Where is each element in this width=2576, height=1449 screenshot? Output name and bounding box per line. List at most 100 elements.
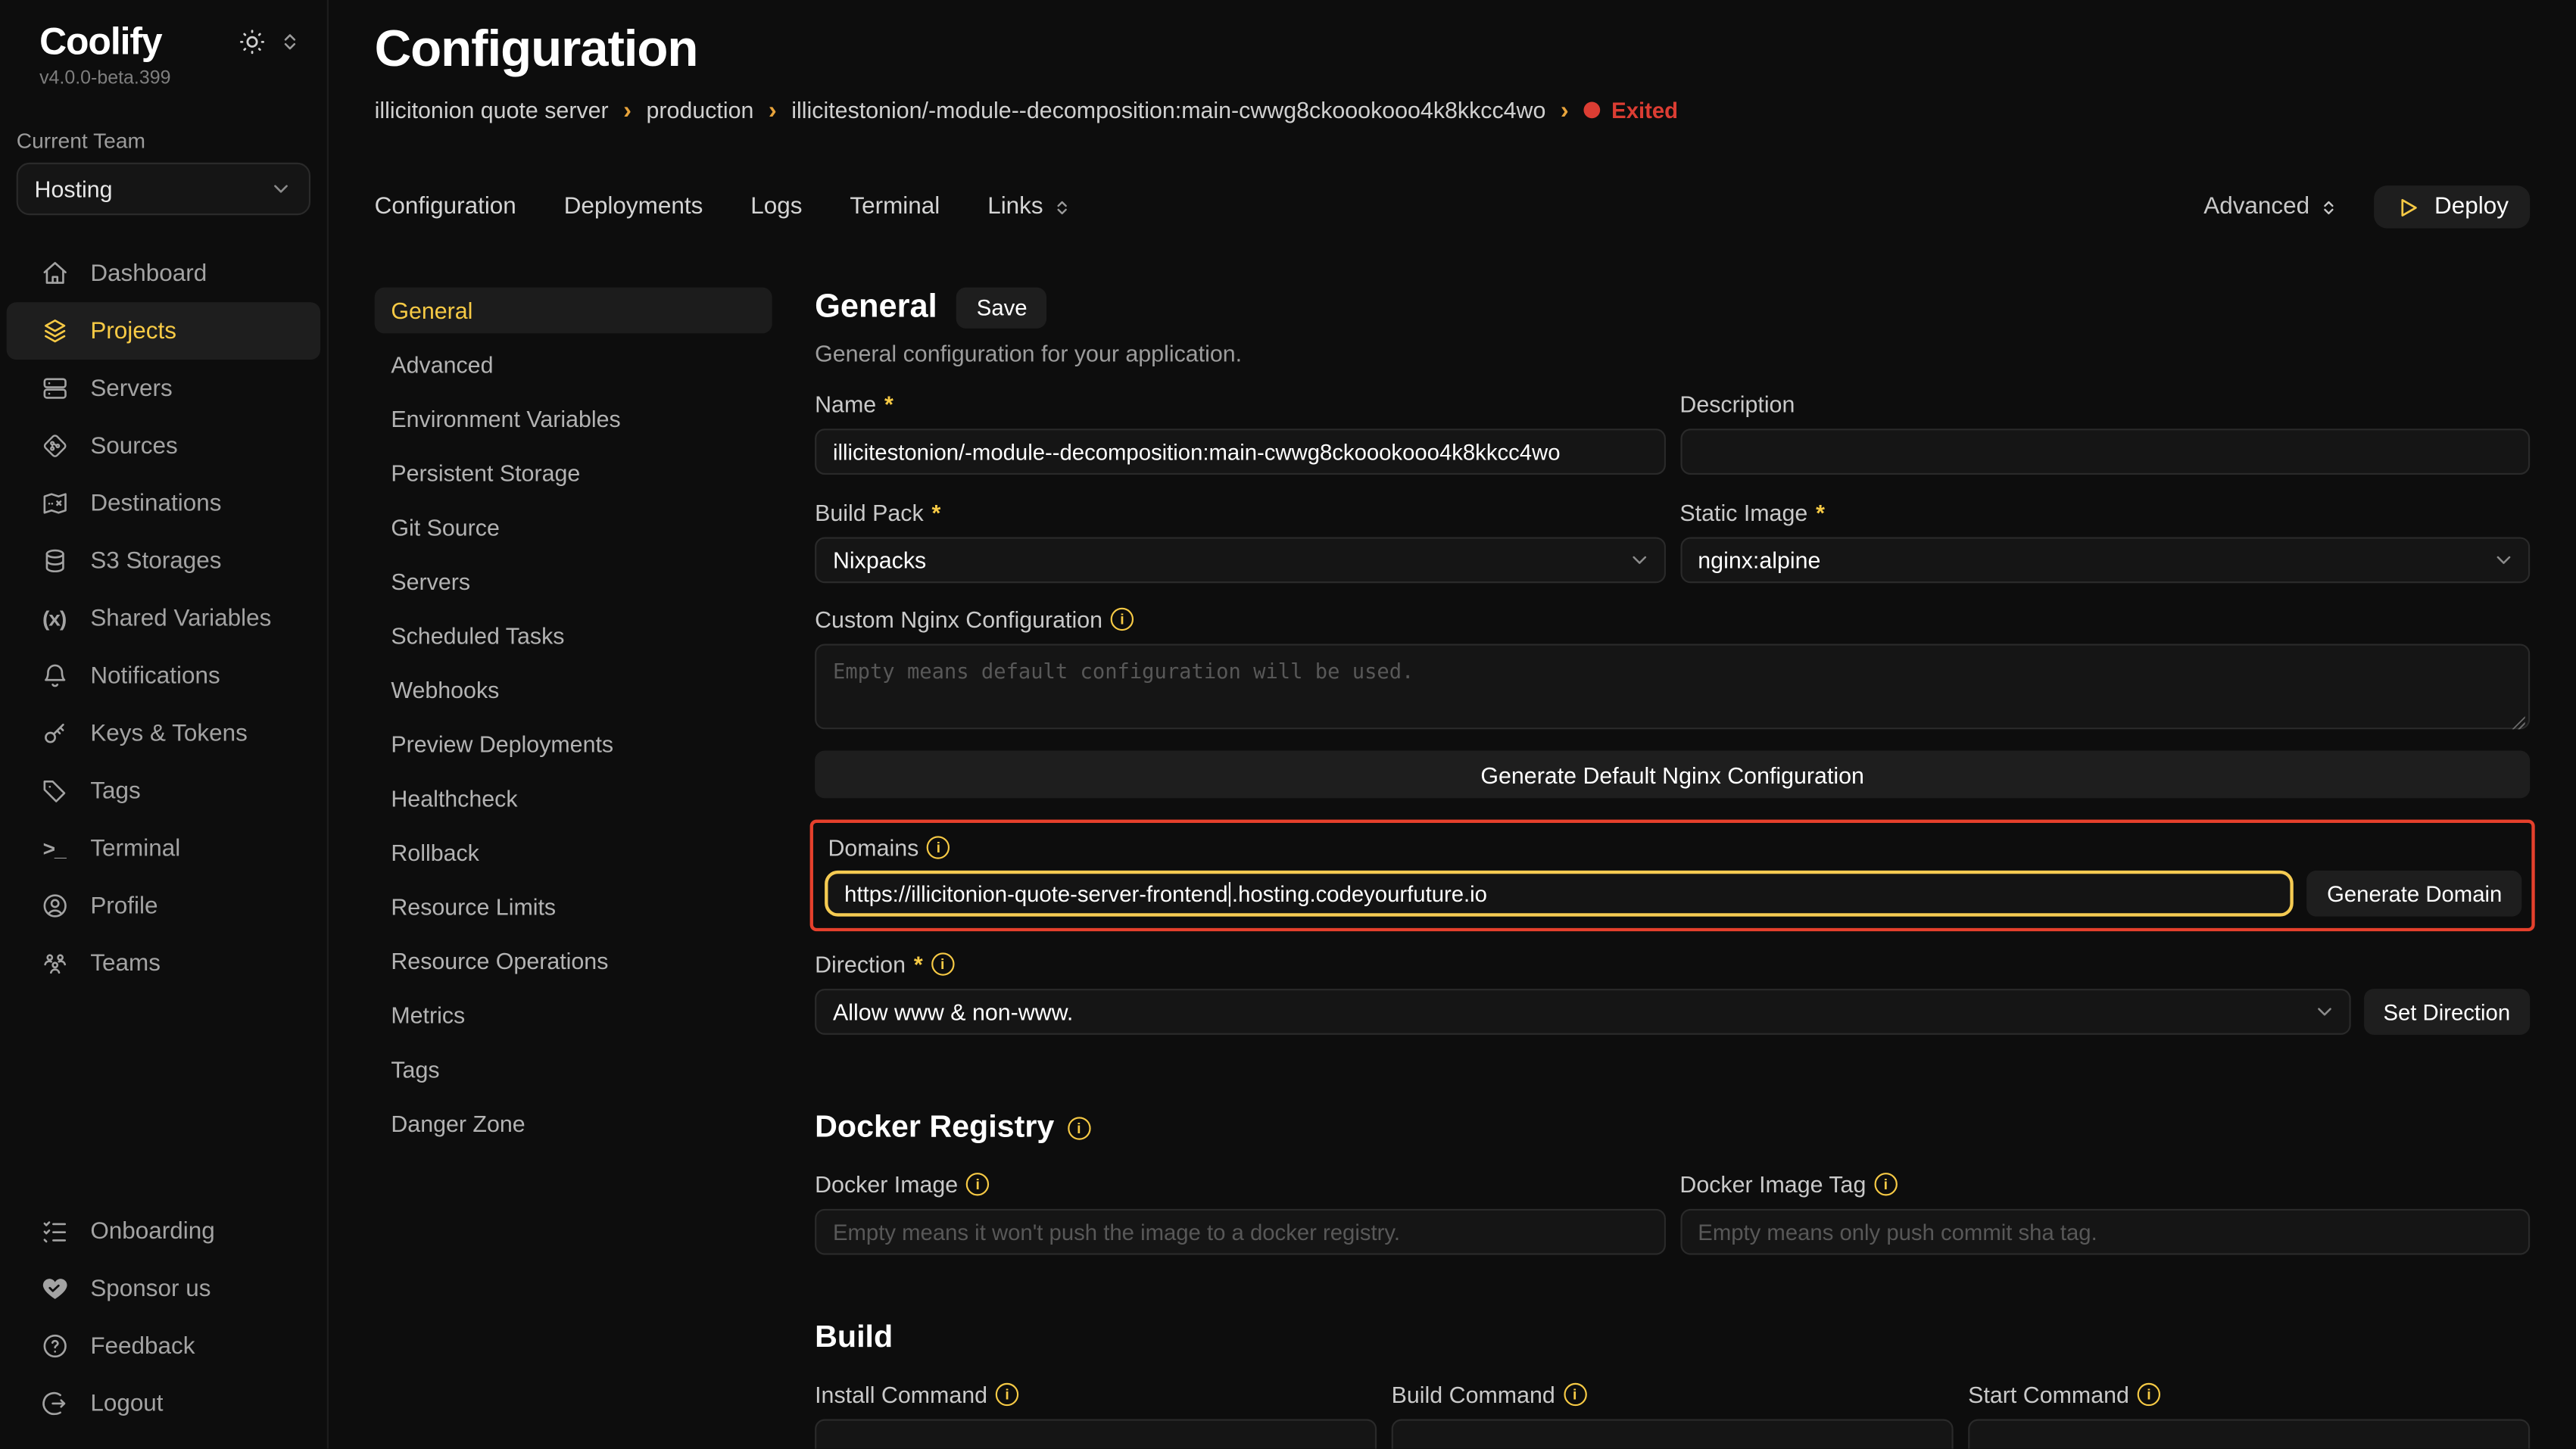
- git-icon: [39, 432, 69, 460]
- team-select[interactable]: Hosting: [17, 163, 310, 215]
- sidebar-nav: Dashboard Projects Servers Sources Desti…: [0, 245, 327, 992]
- sidebar-item-terminal[interactable]: >_ Terminal: [0, 820, 327, 877]
- bell-icon: [39, 662, 69, 690]
- help-circle-icon: [39, 1332, 69, 1360]
- build-pack-label: Build Pack*: [815, 500, 1665, 526]
- sidebar-item-projects[interactable]: Projects: [7, 302, 320, 360]
- docker-image-tag-label: Docker Image Tag i: [1679, 1171, 2530, 1198]
- sidebar-item-feedback[interactable]: Feedback: [0, 1317, 327, 1375]
- status-dot-icon: [1583, 102, 1600, 119]
- sidebar-item-label: Logout: [90, 1391, 163, 1417]
- sidebar-item-label: Shared Variables: [90, 605, 271, 631]
- subnav-preview-deployments[interactable]: Preview Deployments: [375, 721, 772, 767]
- start-command-input[interactable]: [1968, 1419, 2530, 1449]
- section-subtitle: General configuration for your applicati…: [815, 340, 2530, 366]
- sidebar-item-profile[interactable]: Profile: [0, 877, 327, 935]
- required-marker: *: [1816, 500, 1825, 526]
- key-icon: [39, 719, 69, 747]
- docker-image-tag-input[interactable]: [1679, 1209, 2530, 1255]
- breadcrumb-environment[interactable]: production: [647, 97, 754, 123]
- generate-nginx-config-button[interactable]: Generate Default Nginx Configuration: [815, 751, 2530, 799]
- subnav-healthcheck[interactable]: Healthcheck: [375, 775, 772, 821]
- sidebar-item-label: Feedback: [90, 1333, 195, 1360]
- info-icon: i: [1111, 608, 1134, 631]
- advanced-dropdown[interactable]: Advanced: [2203, 194, 2337, 220]
- sidebar-item-destinations[interactable]: Destinations: [0, 475, 327, 532]
- sidebar-item-tags[interactable]: Tags: [0, 762, 327, 820]
- subnav-danger-zone[interactable]: Danger Zone: [375, 1101, 772, 1147]
- subnav-resource-limits[interactable]: Resource Limits: [375, 883, 772, 930]
- sidebar-item-servers[interactable]: Servers: [0, 360, 327, 417]
- tab-logs[interactable]: Logs: [750, 194, 802, 220]
- subnav-general[interactable]: General: [375, 288, 772, 334]
- chevron-down-icon: [2312, 1000, 2335, 1023]
- sidebar-item-label: Teams: [90, 950, 161, 977]
- theme-toggle-sun-icon[interactable]: [239, 28, 267, 56]
- sidebar: Coolify v4.0.0-beta.399 Current Team Hos…: [0, 0, 329, 1449]
- subnav-persistent-storage[interactable]: Persistent Storage: [375, 450, 772, 496]
- tab-links-label: Links: [987, 194, 1043, 220]
- breadcrumb-application[interactable]: illicitestonion/-module--decomposition:m…: [791, 97, 1545, 123]
- play-icon: [2395, 195, 2420, 220]
- info-icon: i: [2138, 1383, 2160, 1406]
- heart-icon: [39, 1275, 69, 1303]
- subnav-tags[interactable]: Tags: [375, 1046, 772, 1092]
- subnav-scheduled-tasks[interactable]: Scheduled Tasks: [375, 612, 772, 659]
- subnav-rollback[interactable]: Rollback: [375, 830, 772, 876]
- current-team-label: Current Team: [17, 128, 327, 153]
- sidebar-item-sources[interactable]: Sources: [0, 417, 327, 475]
- description-input[interactable]: [1679, 428, 2530, 475]
- database-icon: [39, 547, 69, 575]
- save-button[interactable]: Save: [957, 288, 1047, 329]
- name-input[interactable]: [815, 428, 1665, 475]
- sidebar-item-label: Servers: [90, 375, 172, 402]
- section-title-build: Build: [815, 1320, 2530, 1357]
- generate-domain-button[interactable]: Generate Domain: [2307, 871, 2521, 917]
- direction-select[interactable]: Allow www & non-www.: [815, 989, 2350, 1035]
- deploy-button[interactable]: Deploy: [2374, 185, 2530, 228]
- docker-image-input[interactable]: [815, 1209, 1665, 1255]
- build-pack-select[interactable]: Nixpacks: [815, 537, 1665, 583]
- brand-logo[interactable]: Coolify: [39, 20, 162, 64]
- sidebar-item-keys-tokens[interactable]: Keys & Tokens: [0, 705, 327, 762]
- users-icon: [39, 949, 69, 977]
- build-command-input[interactable]: [1392, 1419, 1954, 1449]
- subnav-resource-operations[interactable]: Resource Operations: [375, 938, 772, 984]
- sidebar-item-dashboard[interactable]: Dashboard: [0, 245, 327, 302]
- subnav-webhooks[interactable]: Webhooks: [375, 667, 772, 713]
- domains-input[interactable]: https://illicitonion-quote-server-fronte…: [825, 871, 2294, 917]
- page-title: Configuration: [375, 20, 2531, 79]
- subnav-advanced[interactable]: Advanced: [375, 341, 772, 388]
- domains-value-after-caret: .hosting.codeyourfuture.io: [1232, 881, 1487, 906]
- sidebar-collapse-icon[interactable]: [279, 31, 301, 52]
- tab-deployments[interactable]: Deployments: [564, 194, 703, 220]
- tab-links[interactable]: Links: [987, 194, 1071, 220]
- tab-terminal[interactable]: Terminal: [850, 194, 940, 220]
- install-command-input[interactable]: [815, 1419, 1377, 1449]
- subnav-metrics[interactable]: Metrics: [375, 992, 772, 1038]
- subnav-servers[interactable]: Servers: [375, 559, 772, 605]
- breadcrumb-project[interactable]: illicitonion quote server: [375, 97, 609, 123]
- set-direction-button[interactable]: Set Direction: [2363, 989, 2530, 1035]
- sidebar-item-sponsor-us[interactable]: Sponsor us: [0, 1260, 327, 1317]
- required-marker: *: [932, 500, 941, 526]
- static-image-select[interactable]: nginx:alpine: [1679, 537, 2530, 583]
- sidebar-item-label: Dashboard: [90, 260, 207, 287]
- sidebar-item-logout[interactable]: Logout: [0, 1375, 327, 1432]
- direction-label: Direction* i: [815, 951, 2530, 977]
- server-icon: [39, 375, 69, 403]
- build-command-label: Build Command i: [1392, 1382, 1954, 1408]
- sidebar-item-onboarding[interactable]: Onboarding: [0, 1202, 327, 1260]
- install-command-label: Install Command i: [815, 1382, 1377, 1408]
- sidebar-item-teams[interactable]: Teams: [0, 935, 327, 992]
- main-content: Configuration illicitonion quote server …: [329, 0, 2576, 1449]
- tab-configuration[interactable]: Configuration: [375, 194, 516, 220]
- static-image-label: Static Image*: [1679, 500, 2530, 526]
- subnav-git-source[interactable]: Git Source: [375, 504, 772, 550]
- sidebar-item-s3-storages[interactable]: S3 Storages: [0, 532, 327, 590]
- sidebar-item-notifications[interactable]: Notifications: [0, 647, 327, 705]
- sidebar-item-label: Sources: [90, 433, 177, 460]
- custom-nginx-textarea[interactable]: [815, 643, 2530, 729]
- subnav-environment-variables[interactable]: Environment Variables: [375, 396, 772, 442]
- sidebar-item-shared-variables[interactable]: (x) Shared Variables: [0, 590, 327, 647]
